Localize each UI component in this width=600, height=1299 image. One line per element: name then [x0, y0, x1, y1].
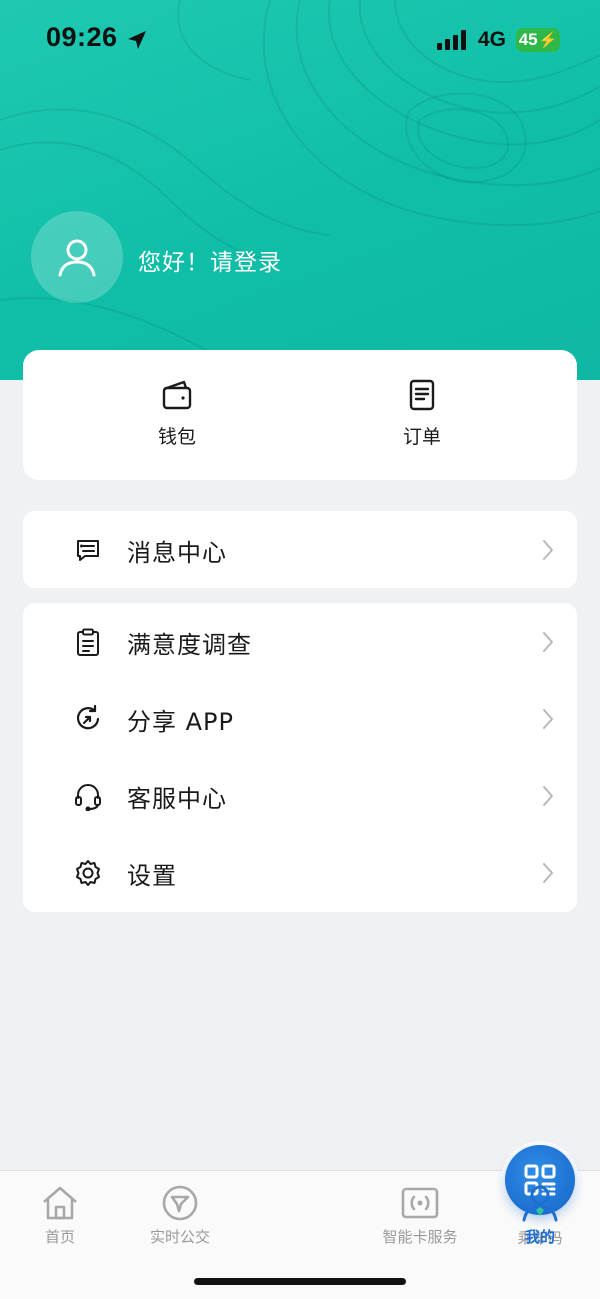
menu-label: 设置: [127, 862, 177, 890]
menu-label: 消息中心: [127, 539, 227, 567]
orders-button[interactable]: 订单: [342, 350, 502, 480]
chevron-right-icon: [543, 632, 553, 652]
tab-mine[interactable]: 我的: [480, 1171, 600, 1261]
tab-ride-code[interactable]: 乘车码: [240, 1145, 575, 1261]
order-document-icon: [409, 379, 435, 411]
gear-icon: [76, 860, 100, 886]
status-time: 09:26: [46, 22, 118, 52]
menu-group-services: 满意度调查 分享 APP 客服中心 设置: [23, 603, 577, 912]
smart-card-icon: [401, 1187, 439, 1219]
tab-smart-card[interactable]: 智能卡服务: [360, 1171, 480, 1261]
tab-label: 实时公交: [149, 1228, 210, 1246]
chevron-right-icon: [543, 709, 553, 729]
tab-label: 首页: [44, 1228, 75, 1246]
login-prompt[interactable]: 您好！请登录: [138, 243, 282, 277]
avatar[interactable]: [31, 211, 123, 303]
chevron-right-icon: [543, 786, 553, 806]
menu-label: 客服中心: [127, 785, 227, 813]
wallet-button[interactable]: 钱包: [97, 350, 257, 480]
network-type: 4G: [478, 28, 507, 51]
tab-realtime-bus[interactable]: 实时公交: [120, 1171, 240, 1261]
chevron-right-icon: [543, 540, 553, 560]
status-bar: 09:26 4G 45 ⚡: [0, 0, 600, 80]
chevron-right-icon: [543, 863, 553, 883]
menu-item-share-app[interactable]: 分享 APP: [23, 680, 577, 757]
battery-indicator: 45 ⚡: [516, 28, 560, 52]
menu-label: 分享 APP: [127, 708, 234, 736]
orders-label: 订单: [402, 426, 441, 448]
clipboard-icon: [77, 628, 99, 656]
cellular-signal-icon: [437, 30, 466, 50]
message-icon: [77, 540, 99, 561]
menu-item-survey[interactable]: 满意度调查: [23, 603, 577, 680]
location-arrow-icon: [128, 31, 146, 49]
tab-home[interactable]: 首页: [0, 1171, 120, 1261]
wallet-label: 钱包: [157, 426, 196, 448]
wallet-icon: [162, 380, 192, 410]
profile-icon: [522, 1185, 558, 1222]
headset-icon: [75, 784, 101, 811]
charging-bolt-icon: ⚡: [538, 32, 558, 49]
quick-actions-card: 钱包 订单: [23, 350, 577, 480]
tab-label: 我的: [524, 1228, 555, 1246]
menu-item-settings[interactable]: 设置: [23, 834, 577, 911]
menu-group-messages: 消息中心: [23, 511, 577, 588]
home-icon: [43, 1186, 77, 1220]
profile-header: 09:26 4G 45 ⚡ 您好！请登录: [0, 0, 600, 380]
battery-level: 45: [518, 30, 538, 49]
menu-label: 满意度调查: [127, 631, 252, 659]
menu-item-message-center[interactable]: 消息中心: [23, 511, 577, 588]
home-indicator[interactable]: [194, 1278, 406, 1285]
tab-label: 智能卡服务: [382, 1228, 458, 1246]
menu-item-customer-service[interactable]: 客服中心: [23, 757, 577, 834]
share-refresh-icon: [76, 704, 100, 730]
user-avatar-icon: [58, 239, 96, 277]
realtime-bus-icon: [162, 1185, 198, 1221]
